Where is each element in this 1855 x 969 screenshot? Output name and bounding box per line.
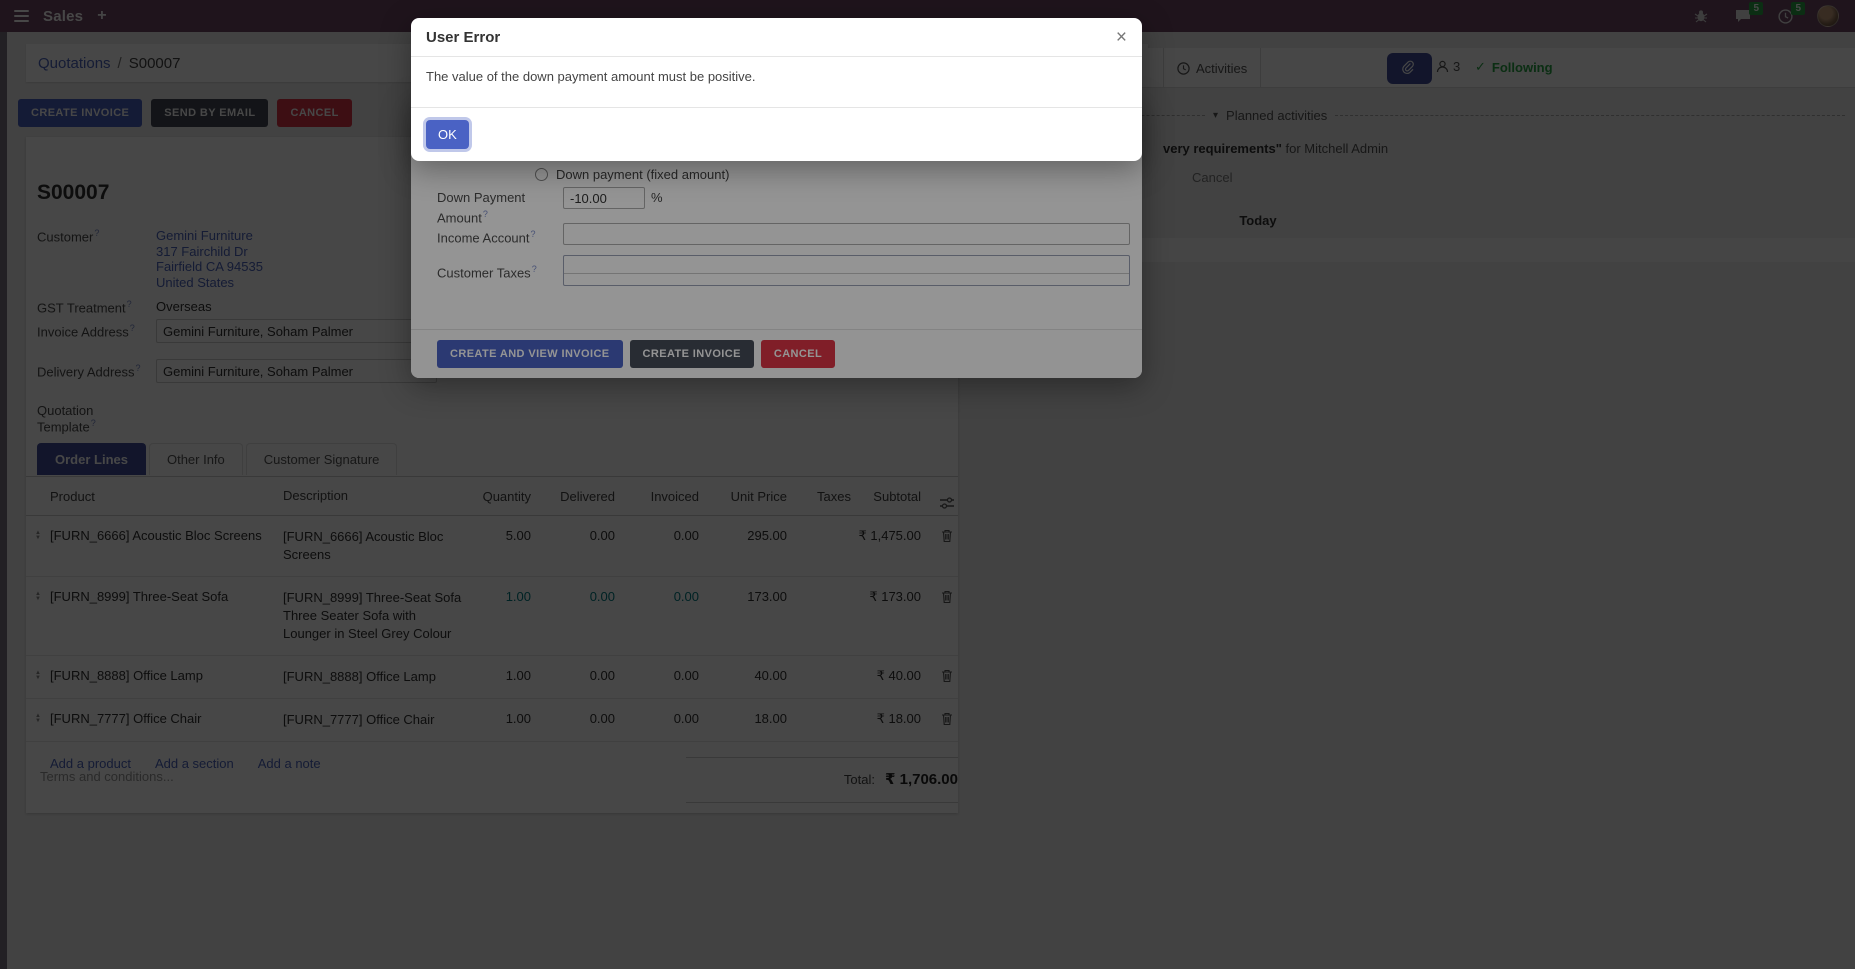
error-modal-header: User Error × (411, 18, 1142, 57)
error-modal-footer: OK (411, 107, 1142, 161)
screen: Sales + 5 5 Quotations / S00007 CREATE I… (0, 0, 1855, 969)
close-icon[interactable]: × (1116, 28, 1127, 47)
ok-button[interactable]: OK (426, 120, 469, 149)
user-error-modal: User Error × The value of the down payme… (411, 18, 1142, 161)
error-modal-title: User Error (426, 29, 500, 46)
error-message: The value of the down payment amount mus… (426, 69, 756, 84)
